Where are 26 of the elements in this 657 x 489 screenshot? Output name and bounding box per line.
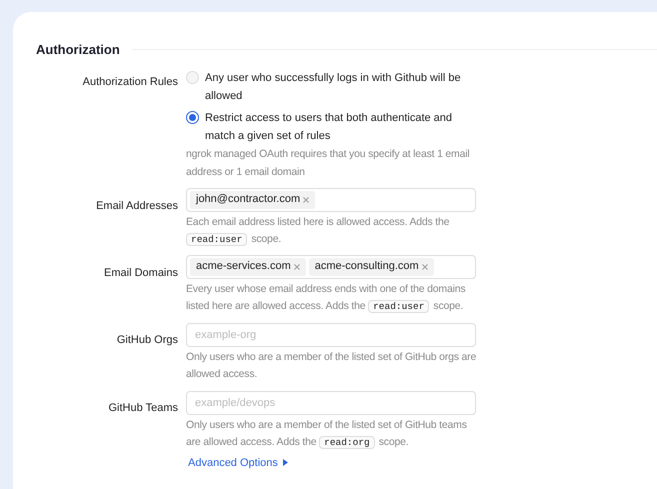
- remove-icon[interactable]: [422, 264, 428, 270]
- tag-chip[interactable]: john@contractor.com: [190, 190, 316, 208]
- field-label: Email Addresses: [96, 200, 178, 212]
- help-text: Only users who are a member of the listed set of GitHub teams are allowed access. Adds the read:org scope.: [186, 418, 468, 450]
- caret-icon: [282, 459, 288, 466]
- field-label: Email Domains: [104, 266, 178, 278]
- text-input-field[interactable]: example-org: [186, 322, 476, 346]
- text-input-field[interactable]: example/devops: [186, 390, 476, 414]
- advanced-options-link[interactable]: Advanced Options: [188, 454, 288, 471]
- help-text: ngrok managed OAuth requires that you specify at least 1 email address or 1 email domain: [186, 146, 471, 180]
- help-text: Each email address listed here is allowed access. Adds the read:user scope.: [186, 214, 450, 248]
- radio-label: Restrict access to users that both authenticate and match a given set of rules: [205, 110, 454, 144]
- field-label: GitHub Orgs: [116, 334, 178, 346]
- help-text: Every user whose email address ends with one of the domains listed here are allowed access. Adds the read:user scope.: [186, 282, 466, 314]
- help-text: Only users who are a member of the listed set of GitHub orgs are allowed access.: [186, 350, 478, 382]
- radio-button[interactable]: [186, 110, 199, 124]
- tag-input-field[interactable]: acme-services.com acme-consulting.com: [186, 254, 476, 278]
- section-title: Authorization: [36, 41, 120, 59]
- field-label: Authorization Rules: [82, 76, 178, 88]
- field-label: GitHub Teams: [108, 402, 178, 414]
- tag-chip[interactable]: acme-services.com: [190, 258, 306, 276]
- radio-label: Any user who successfully logs in with Github will be allowed: [205, 70, 462, 104]
- tag-chip[interactable]: acme-consulting.com: [308, 258, 434, 276]
- remove-icon[interactable]: [303, 196, 310, 202]
- remove-icon[interactable]: [294, 264, 300, 270]
- tag-input-field[interactable]: john@contractor.com: [186, 188, 476, 212]
